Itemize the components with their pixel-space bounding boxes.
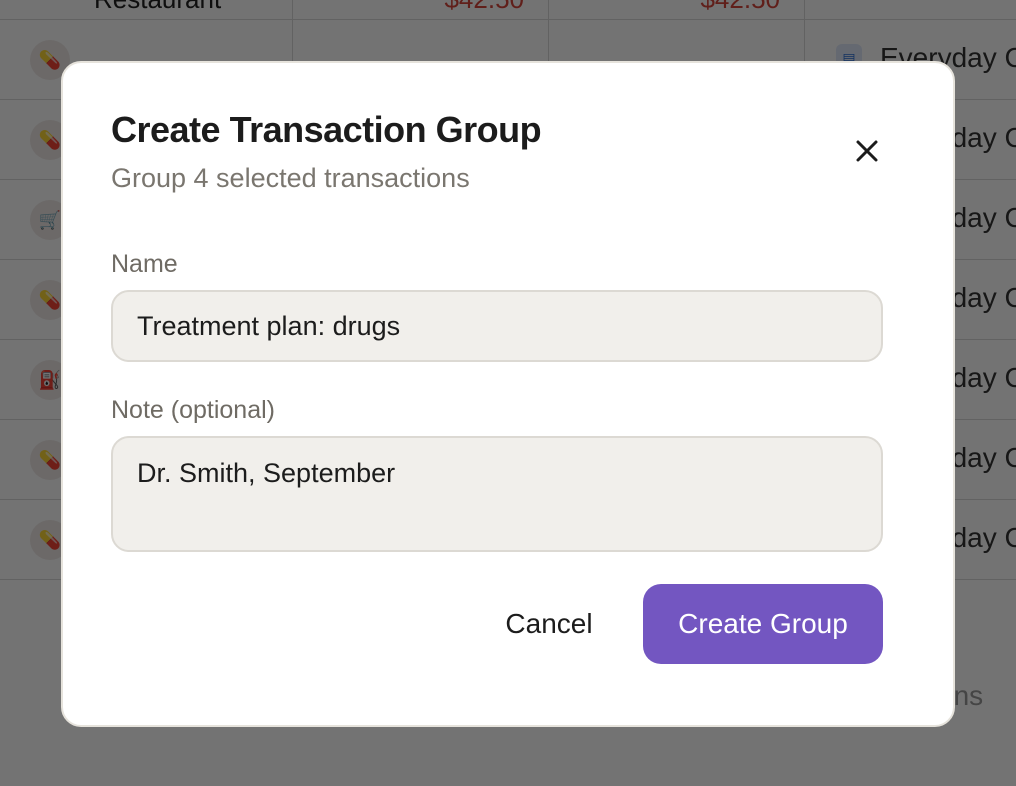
dialog-title: Create Transaction Group <box>111 109 542 150</box>
close-icon <box>856 140 878 162</box>
close-button[interactable] <box>851 135 883 167</box>
name-input[interactable] <box>111 290 883 362</box>
create-group-button[interactable]: Create Group <box>643 584 883 664</box>
create-transaction-group-dialog: Create Transaction Group Group 4 selecte… <box>61 61 955 727</box>
dialog-subtitle: Group 4 selected transactions <box>111 163 470 193</box>
name-label: Name <box>111 250 178 278</box>
note-input[interactable]: Dr. Smith, September <box>111 436 883 552</box>
note-label: Note (optional) <box>111 396 275 424</box>
cancel-button[interactable]: Cancel <box>483 584 615 664</box>
